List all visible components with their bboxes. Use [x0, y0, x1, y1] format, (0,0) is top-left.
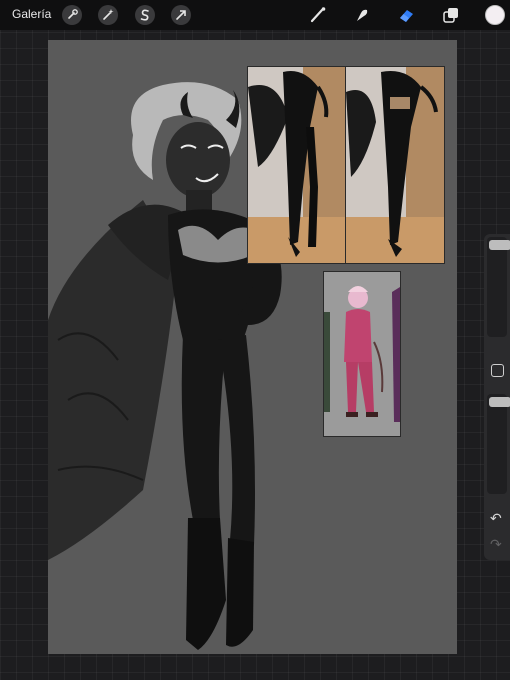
- photo-reference-right[interactable]: [345, 66, 445, 264]
- redo-icon[interactable]: ↷: [490, 537, 502, 551]
- smudge-icon[interactable]: [352, 5, 372, 25]
- selection-s-icon[interactable]: [135, 5, 155, 25]
- gallery-button[interactable]: Galería: [12, 7, 51, 21]
- photo-reference-left[interactable]: [247, 66, 346, 264]
- undo-icon[interactable]: ↶: [490, 511, 502, 525]
- opacity-handle[interactable]: [489, 397, 510, 407]
- top-toolbar: Galería: [0, 0, 510, 30]
- magic-wand-icon[interactable]: [98, 5, 118, 25]
- wrench-icon[interactable]: [62, 5, 82, 25]
- color-picker-swatch[interactable]: [485, 5, 505, 25]
- brush-icon[interactable]: [308, 5, 328, 25]
- drawing-canvas[interactable]: [48, 40, 457, 654]
- opacity-slider[interactable]: [487, 394, 510, 494]
- layers-icon[interactable]: [441, 5, 461, 25]
- eraser-icon[interactable]: [396, 5, 416, 25]
- right-sidebar: ↶ ↷: [484, 234, 510, 560]
- modify-button[interactable]: [491, 364, 504, 377]
- brush-size-handle[interactable]: [489, 240, 510, 250]
- brush-size-slider[interactable]: [487, 237, 510, 337]
- arrow-transform-icon[interactable]: [171, 5, 191, 25]
- character-reference-pink[interactable]: [323, 271, 401, 437]
